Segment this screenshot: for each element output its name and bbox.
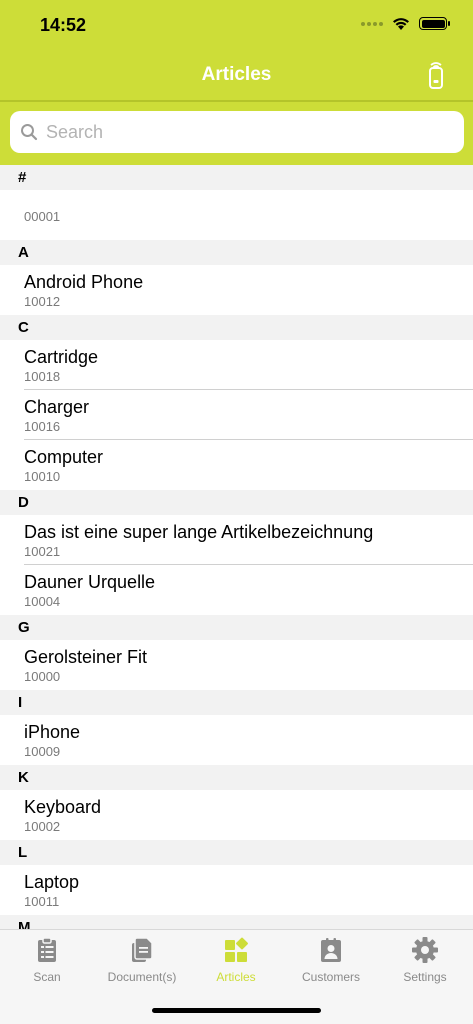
article-name: Laptop (24, 872, 80, 892)
tab-articles[interactable]: Articles (189, 936, 283, 992)
article-name: Keyboard (24, 797, 102, 817)
tab-scan[interactable]: Scan (0, 936, 94, 992)
article-code: 00001 (24, 209, 61, 224)
tab-label: Settings (403, 970, 447, 984)
article-code: 10011 (24, 894, 60, 909)
home-indicator (152, 1008, 321, 1013)
section-header: # (0, 165, 473, 190)
tab-label: Articles (216, 970, 256, 984)
articles-grid-icon (225, 937, 248, 962)
article-code: 10018 (24, 369, 61, 384)
article-name: Computer (24, 447, 104, 467)
clipboard-list-icon (38, 937, 56, 962)
list-item[interactable]: Charger 10016 (0, 390, 473, 440)
navigation-header: 14:52 Articles (0, 0, 473, 165)
page-title: Articles (201, 64, 272, 85)
article-name: Cartridge (24, 347, 99, 367)
header-divider (0, 100, 473, 102)
article-code: 10021 (24, 544, 61, 559)
list-item[interactable]: Laptop 10011 (0, 865, 473, 915)
list-item[interactable]: iPhone 10009 (0, 715, 473, 765)
list-item[interactable]: Cartridge 10018 (0, 340, 473, 390)
section-header: G (0, 615, 473, 640)
section-header: I (0, 690, 473, 715)
tab-label: Document(s) (107, 970, 177, 984)
section-header: A (0, 240, 473, 265)
barcode-scanner-icon[interactable] (427, 60, 445, 90)
wifi-icon (393, 18, 409, 30)
status-time: 14:52 (40, 15, 87, 35)
list-item[interactable]: Das ist eine super lange Artikelbezeichn… (0, 515, 473, 565)
article-name: Charger (24, 397, 90, 417)
tab-label: Customers (301, 970, 360, 984)
article-code: 10010 (24, 469, 61, 484)
tab-settings[interactable]: Settings (378, 936, 472, 992)
list-item[interactable]: Dauner Urquelle 10004 (0, 565, 473, 615)
article-name: Android Phone (24, 272, 144, 292)
articles-list[interactable]: #00001 A Android Phone 10012 C Cartridge 10018… (0, 165, 473, 929)
cellular-signal-icon (361, 21, 383, 26)
tab-label: Scan (33, 970, 61, 984)
status-icons (361, 16, 450, 31)
search-input[interactable] (46, 121, 446, 143)
article-code: 10004 (24, 594, 61, 609)
search-bar[interactable] (10, 111, 464, 153)
article-name: Gerolsteiner Fit (24, 647, 148, 667)
list-item[interactable]: Gerolsteiner Fit 10000 (0, 640, 473, 690)
article-code: 10000 (24, 669, 61, 684)
gear-icon (412, 937, 438, 963)
battery-icon (419, 17, 450, 30)
tab-customers[interactable]: Customers (284, 936, 378, 992)
documents-icon (132, 937, 153, 962)
article-code: 10012 (24, 294, 61, 309)
list-item[interactable]: Keyboard 10002 (0, 790, 473, 840)
article-code: 10002 (24, 819, 61, 834)
contact-card-icon (321, 938, 341, 962)
tab-documents[interactable]: Document(s) (95, 936, 189, 992)
article-code: 10016 (24, 419, 61, 434)
section-header: C (0, 315, 473, 340)
list-item[interactable]: Android Phone 10012 (0, 265, 473, 315)
article-code: 10009 (24, 744, 61, 759)
section-header: D (0, 490, 473, 515)
section-header: K (0, 765, 473, 790)
article-name: Das ist eine super lange Artikelbezeichn… (24, 522, 374, 542)
list-item[interactable]: Computer 10010 (0, 440, 473, 490)
article-name: Dauner Urquelle (24, 572, 156, 592)
section-header: L (0, 840, 473, 865)
section-header: M (0, 915, 473, 929)
article-name: iPhone (24, 722, 81, 742)
list-item[interactable]: 00001 (0, 190, 473, 240)
search-icon (21, 124, 38, 141)
